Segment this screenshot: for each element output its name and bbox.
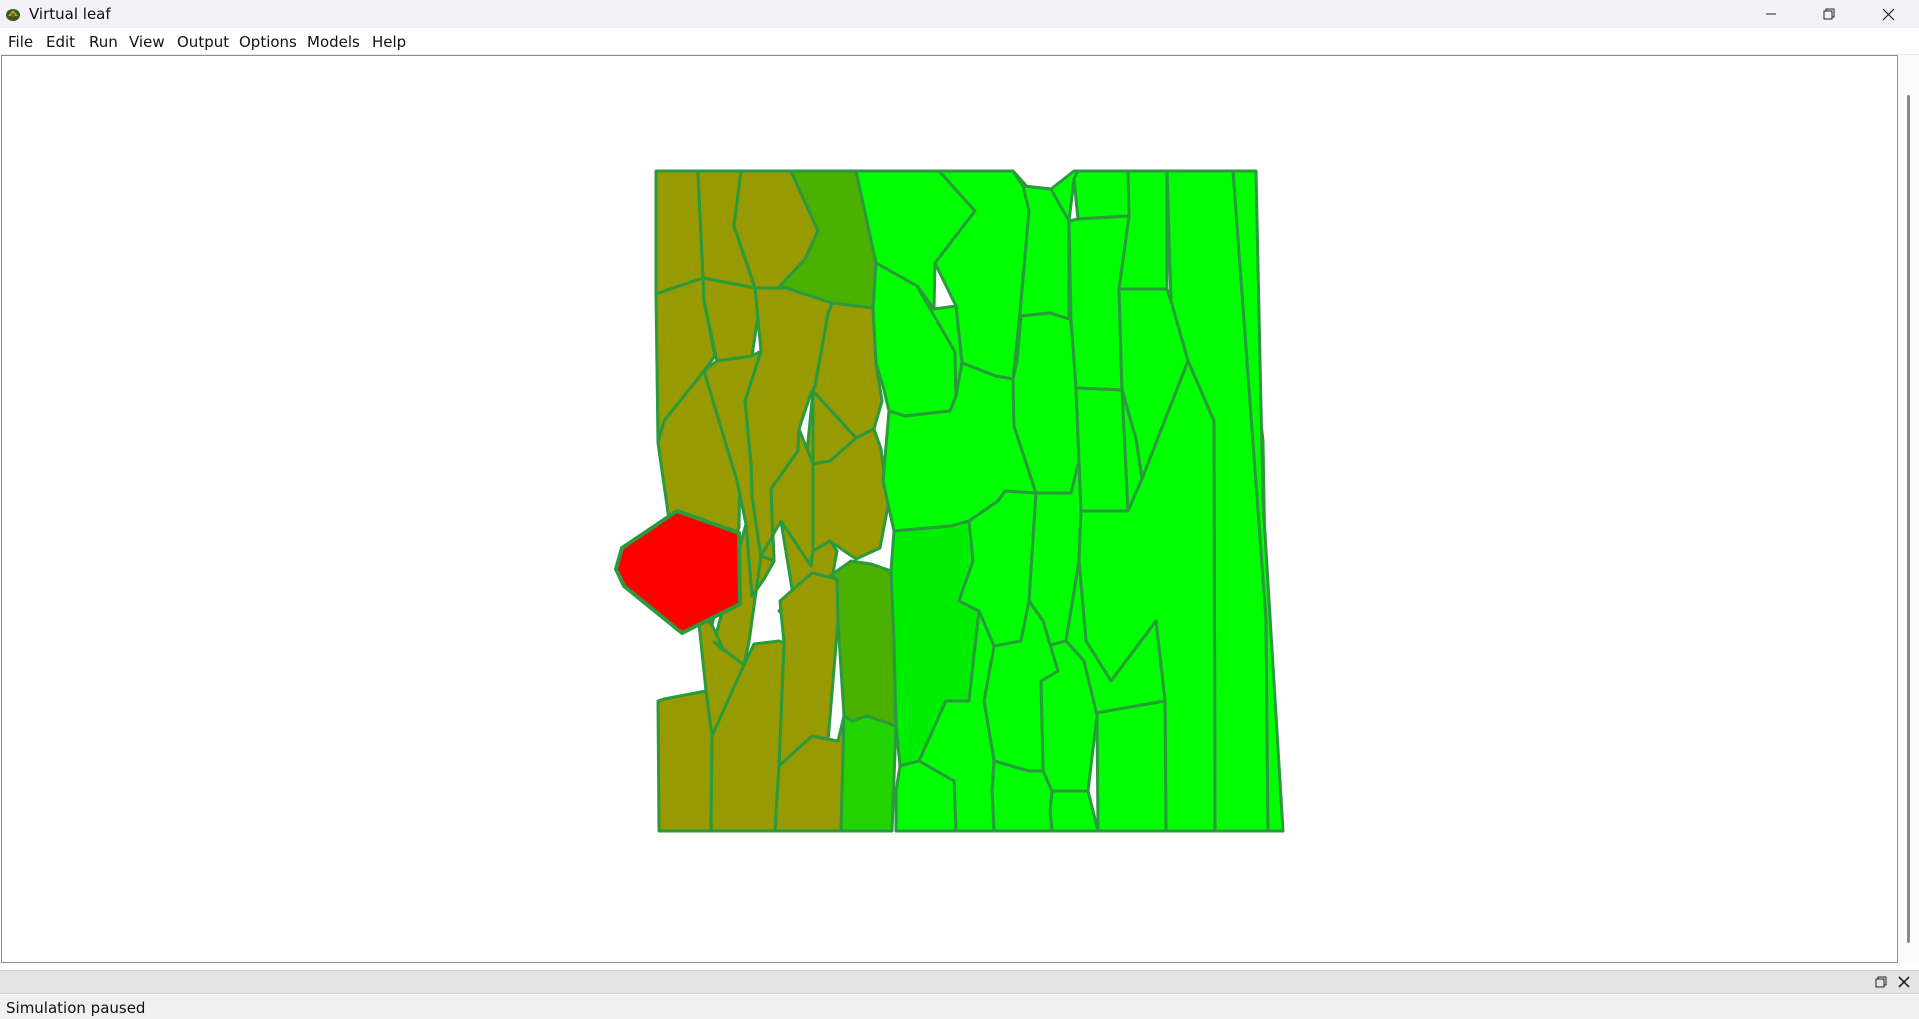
menu-options[interactable]: Options xyxy=(239,33,297,51)
menu-models[interactable]: Models xyxy=(307,33,360,51)
minimize-button[interactable] xyxy=(1742,0,1800,28)
status-text: Simulation paused xyxy=(6,999,146,1017)
cell[interactable] xyxy=(777,571,840,768)
menu-view[interactable]: View xyxy=(129,33,165,51)
cell[interactable] xyxy=(1074,386,1130,513)
menu-bar: File Edit Run View Output Options Models… xyxy=(0,28,1919,55)
vertical-scrollbar[interactable] xyxy=(1898,55,1919,963)
close-icon xyxy=(1882,8,1894,20)
restore-icon xyxy=(1823,8,1835,20)
title-bar: Virtual leaf xyxy=(0,0,1919,28)
cell[interactable] xyxy=(839,714,898,833)
dock-widget-bar xyxy=(0,970,1919,994)
menu-output[interactable]: Output xyxy=(177,33,229,51)
leaf-icon xyxy=(6,9,20,21)
float-icon[interactable] xyxy=(1874,975,1888,989)
minimize-icon xyxy=(1766,13,1776,15)
menu-edit[interactable]: Edit xyxy=(46,33,75,51)
dock-close-icon[interactable] xyxy=(1897,972,1911,992)
cell[interactable] xyxy=(871,261,958,418)
cell[interactable] xyxy=(1072,169,1131,221)
leaf-tissue[interactable] xyxy=(2,56,1898,963)
window-title: Virtual leaf xyxy=(29,5,111,23)
menu-file[interactable]: File xyxy=(8,33,33,51)
cell[interactable] xyxy=(990,759,1054,833)
cell[interactable] xyxy=(654,169,705,296)
menu-help[interactable]: Help xyxy=(372,33,406,51)
scrollbar-thumb[interactable] xyxy=(1907,95,1910,943)
cell[interactable] xyxy=(1048,789,1100,833)
status-bar: Simulation paused xyxy=(0,995,1919,1019)
cell[interactable] xyxy=(828,559,898,728)
restore-button[interactable] xyxy=(1800,0,1858,28)
cell-selected[interactable] xyxy=(614,509,742,635)
menu-run[interactable]: Run xyxy=(89,33,118,51)
close-button[interactable] xyxy=(1859,0,1917,28)
simulation-canvas[interactable] xyxy=(1,55,1898,963)
cell[interactable] xyxy=(656,689,714,833)
